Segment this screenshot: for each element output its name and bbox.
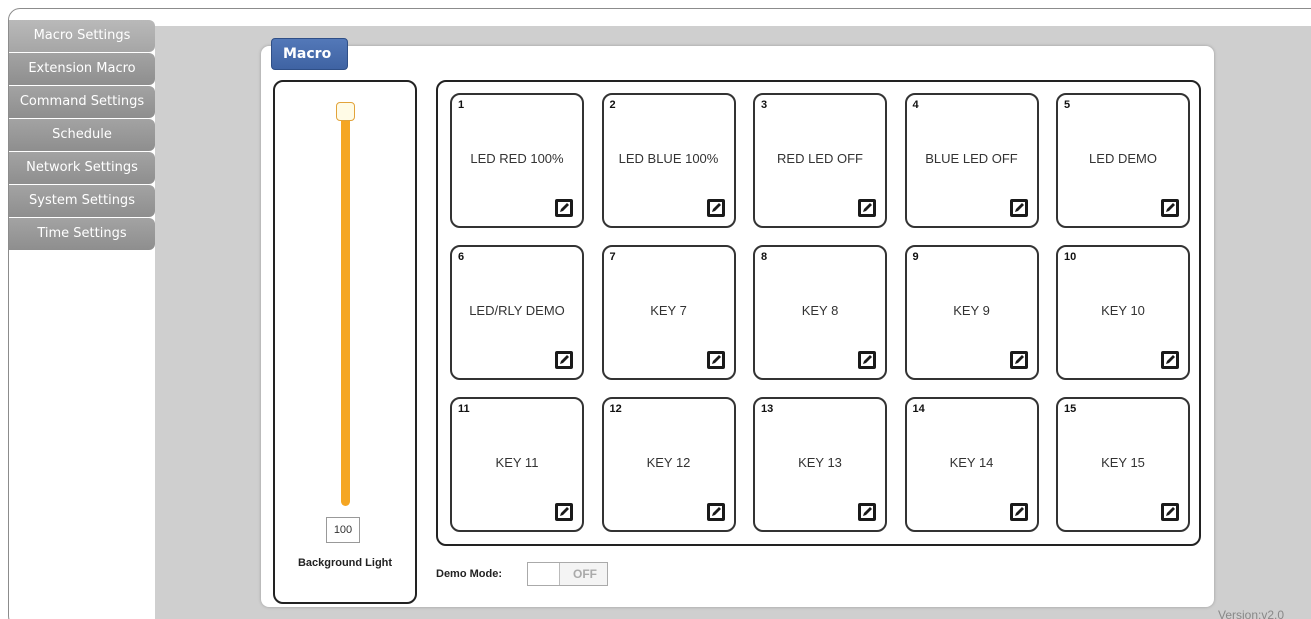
macro-key-7[interactable]: 7 KEY 7: [601, 245, 736, 380]
background-light-value[interactable]: 100: [326, 517, 360, 543]
macro-key-label: KEY 11: [495, 455, 539, 470]
macro-key-number: 11: [458, 403, 470, 415]
macro-key-label: LED DEMO: [1089, 151, 1157, 166]
edit-icon[interactable]: [857, 350, 877, 370]
macro-key-2[interactable]: 2 LED BLUE 100%: [601, 93, 736, 228]
macro-key-number: 14: [912, 403, 925, 415]
macro-key-label: KEY 10: [1101, 303, 1145, 318]
macro-key-5[interactable]: 5 LED DEMO: [1056, 93, 1190, 228]
macro-key-label: RED LED OFF: [777, 151, 863, 166]
sidebar-item-network-settings[interactable]: Network Settings: [9, 152, 155, 184]
macro-keys-grid: 1 LED RED 100% 2 LED BLUE 100% 3 RED LED OFF 4…: [436, 80, 1201, 546]
macro-key-11[interactable]: 11 KEY 11: [450, 397, 584, 532]
macro-key-number: 4: [912, 99, 919, 111]
edit-icon[interactable]: [706, 198, 726, 218]
background-light-slider-track[interactable]: [341, 104, 350, 506]
macro-key-number: 13: [761, 403, 774, 415]
macro-key-number: 1: [458, 99, 465, 111]
edit-icon[interactable]: [1160, 502, 1180, 522]
demo-mode-toggle[interactable]: OFF: [527, 562, 608, 586]
macro-key-number: 12: [609, 403, 622, 415]
sidebar-item-macro-settings[interactable]: Macro Settings: [9, 20, 155, 52]
edit-icon[interactable]: [554, 198, 574, 218]
app-frame: Macro Settings Extension Macro Command S…: [8, 8, 1311, 619]
macro-key-3[interactable]: 3 RED LED OFF: [753, 93, 887, 228]
macro-key-12[interactable]: 12 KEY 12: [601, 397, 736, 532]
macro-key-13[interactable]: 13 KEY 13: [753, 397, 887, 532]
macro-key-number: 2: [609, 99, 616, 111]
macro-key-label: KEY 9: [953, 303, 990, 318]
macro-key-label: KEY 8: [801, 303, 839, 318]
edit-icon[interactable]: [1009, 198, 1029, 218]
background-light-slider-handle[interactable]: [336, 102, 355, 121]
edit-icon[interactable]: [554, 502, 574, 522]
macro-key-1[interactable]: 1 LED RED 100%: [450, 93, 584, 228]
edit-icon[interactable]: [1009, 350, 1029, 370]
macro-key-9[interactable]: 9 KEY 9: [904, 245, 1039, 380]
background-light-label: Background Light: [297, 557, 393, 569]
macro-key-label: KEY 15: [1101, 455, 1145, 470]
sidebar-item-command-settings[interactable]: Command Settings: [9, 86, 155, 118]
sidebar-item-time-settings[interactable]: Time Settings: [9, 218, 155, 250]
edit-icon[interactable]: [706, 350, 726, 370]
macro-key-8[interactable]: 8 KEY 8: [753, 245, 887, 380]
macro-key-4[interactable]: 4 BLUE LED OFF: [904, 93, 1039, 228]
macro-key-label: LED BLUE 100%: [618, 151, 719, 166]
sidebar-item-system-settings[interactable]: System Settings: [9, 185, 155, 217]
macro-key-number: 15: [1064, 403, 1077, 415]
edit-icon[interactable]: [1009, 502, 1029, 522]
sidebar-item-extension-macro[interactable]: Extension Macro: [9, 53, 155, 85]
macro-key-number: 3: [761, 99, 768, 111]
sidebar-item-schedule[interactable]: Schedule: [9, 119, 155, 151]
edit-icon[interactable]: [1160, 198, 1180, 218]
macro-key-label: KEY 12: [646, 455, 691, 470]
macro-key-number: 10: [1064, 251, 1077, 263]
macro-key-14[interactable]: 14 KEY 14: [904, 397, 1039, 532]
edit-icon[interactable]: [857, 502, 877, 522]
demo-mode-toggle-knob: [528, 563, 560, 585]
sidebar: Macro Settings Extension Macro Command S…: [9, 20, 155, 251]
panel-title: Macro: [271, 38, 348, 70]
demo-mode-label: Demo Mode:: [436, 568, 502, 580]
macro-key-10[interactable]: 10 KEY 10: [1056, 245, 1190, 380]
version-text: Version:v2.0: [1218, 608, 1285, 619]
demo-mode-state: OFF: [573, 567, 597, 581]
macro-key-label: KEY 14: [949, 455, 994, 470]
macro-key-label: KEY 13: [798, 455, 842, 470]
macro-key-number: 8: [761, 251, 768, 263]
macro-key-number: 7: [609, 251, 616, 263]
macro-key-label: LED RED 100%: [470, 151, 564, 166]
macro-key-15[interactable]: 15 KEY 15: [1056, 397, 1190, 532]
macro-key-label: BLUE LED OFF: [925, 151, 1018, 166]
content-area: Macro 100 Background Light 1 LED RED 100%…: [155, 26, 1311, 619]
edit-icon[interactable]: [1160, 350, 1180, 370]
macro-key-number: 5: [1064, 99, 1071, 111]
macro-key-label: LED/RLY DEMO: [469, 303, 565, 318]
edit-icon[interactable]: [554, 350, 574, 370]
edit-icon[interactable]: [857, 198, 877, 218]
background-light-box: 100 Background Light: [273, 80, 417, 604]
macro-key-6[interactable]: 6 LED/RLY DEMO: [450, 245, 584, 380]
edit-icon[interactable]: [706, 502, 726, 522]
macro-key-number: 6: [458, 251, 465, 263]
macro-key-label: KEY 7: [650, 303, 687, 318]
macro-key-number: 9: [912, 251, 919, 263]
